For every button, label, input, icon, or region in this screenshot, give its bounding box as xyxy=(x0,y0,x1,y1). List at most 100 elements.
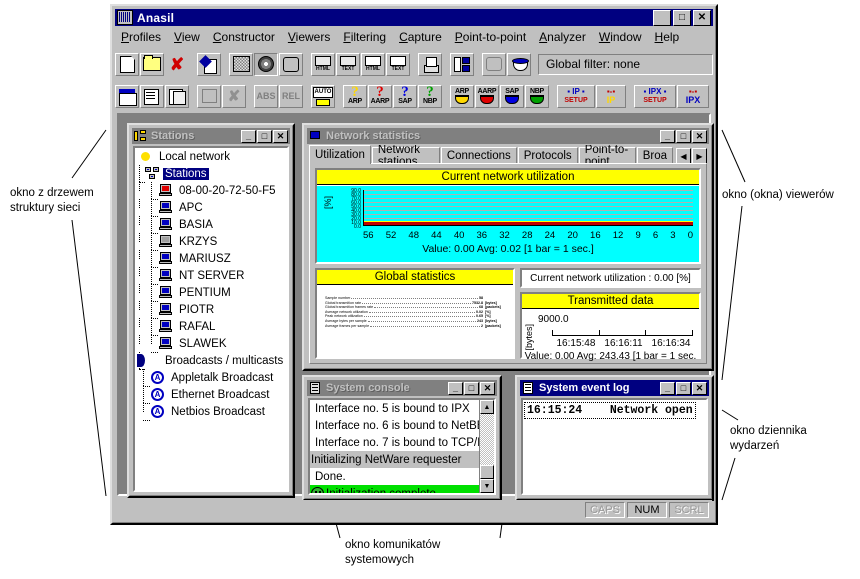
tree-item-station-nt-server[interactable]: NT SERVER xyxy=(135,266,287,285)
tab-scroll-right-icon[interactable]: ▶ xyxy=(692,148,707,164)
tree-item-broadcasts-group[interactable]: Broadcasts / multicasts xyxy=(135,351,287,370)
tab-network-stations[interactable]: Network stations xyxy=(371,145,440,164)
print-setup-button[interactable] xyxy=(418,52,442,76)
tree-item-netbios-broadcast[interactable]: A Netbios Broadcast xyxy=(135,402,287,421)
stations-close-button[interactable]: ✕ xyxy=(273,129,288,143)
tree-item-ethernet-broadcast[interactable]: A Ethernet Broadcast xyxy=(135,385,287,404)
tab-point-to-point[interactable]: Point-to-point xyxy=(578,145,636,164)
console-maximize-button[interactable]: □ xyxy=(464,381,479,395)
tree-item-appletalk-broadcast[interactable]: A Appletalk Broadcast xyxy=(135,368,287,387)
tab-protocols[interactable]: Protocols xyxy=(517,147,578,164)
tree-item-local-network[interactable]: Local network xyxy=(135,148,287,165)
arp-query-button[interactable]: ? ARP xyxy=(343,84,367,108)
tab-broadcasts[interactable]: Broa xyxy=(636,147,673,164)
aarp-table-button[interactable]: AARP xyxy=(475,84,499,108)
tab-utilization[interactable]: Utilization xyxy=(309,145,371,164)
tree-item-stations[interactable]: Stations xyxy=(135,164,287,183)
menu-item-filtering[interactable]: Filtering xyxy=(343,30,386,44)
about-button[interactable] xyxy=(507,52,531,76)
tree-item-station-mariusz[interactable]: MARIUSZ xyxy=(135,249,287,268)
stations-maximize-button[interactable]: □ xyxy=(257,129,272,143)
stats-close-button[interactable]: ✕ xyxy=(692,129,707,143)
export-html-button[interactable]: HTML xyxy=(311,52,335,76)
sap-table-button[interactable]: SAP xyxy=(500,84,524,108)
network-tree[interactable]: Local network Stations 08-00-20-72-50-F5 xyxy=(133,146,289,492)
stations-window-icon xyxy=(134,130,147,142)
tile-windows-button[interactable] xyxy=(450,52,474,76)
tree-item-station-piotr[interactable]: PIOTR xyxy=(135,300,287,319)
tree-item-station-slawek[interactable]: SLAWEK xyxy=(135,334,287,353)
delete-button[interactable]: ✘ xyxy=(165,52,189,76)
address-rel-button[interactable]: REL xyxy=(279,84,303,108)
capture-button[interactable] xyxy=(254,52,278,76)
open-folder-button[interactable] xyxy=(140,52,164,76)
ipx-setup-button[interactable]: ▪ IPX ▪ SETUP xyxy=(634,84,676,108)
export-text-button[interactable]: TEXT xyxy=(336,52,360,76)
stations-window-title: Stations xyxy=(151,130,195,142)
menu-item-view[interactable]: View xyxy=(174,30,200,44)
stats-maximize-button[interactable]: □ xyxy=(676,129,691,143)
log-minimize-button[interactable]: _ xyxy=(660,381,675,395)
menu-item-point-to-point[interactable]: Point-to-point xyxy=(455,30,526,44)
ipx-scan-button[interactable]: ▪-▪ IPX xyxy=(677,84,709,108)
list-view-button[interactable] xyxy=(140,84,164,108)
console-scrollbar[interactable]: ▲ ▼ xyxy=(479,400,494,493)
sap-query-button[interactable]: ? SAP xyxy=(393,84,417,108)
edit-properties-button[interactable] xyxy=(197,52,221,76)
stats-minimize-button[interactable]: _ xyxy=(660,129,675,143)
event-log-output[interactable]: 16:15:24 Network open xyxy=(521,398,708,495)
menu-item-viewers[interactable]: Viewers xyxy=(288,30,330,44)
tree-item-station-basia[interactable]: BASIA xyxy=(135,215,287,234)
console-output[interactable]: Interface no. 5 is bound to IPX Interfac… xyxy=(308,398,496,495)
new-view-button[interactable] xyxy=(115,84,139,108)
freeze-button[interactable] xyxy=(229,52,253,76)
console-close-button[interactable]: ✕ xyxy=(480,381,495,395)
report-text-button[interactable]: TEXT xyxy=(386,52,410,76)
close-button[interactable]: ✕ xyxy=(693,9,711,26)
tree-item-station-krzys[interactable]: KRZYS xyxy=(135,232,287,251)
address-abs-button[interactable]: ABS xyxy=(254,84,278,108)
help-hand-button[interactable] xyxy=(482,52,506,76)
stations-minimize-button[interactable]: _ xyxy=(241,129,256,143)
scroll-thumb[interactable] xyxy=(480,465,494,479)
window-close-button[interactable]: ✘ xyxy=(222,84,246,108)
auto-button[interactable]: AUTO xyxy=(311,84,335,108)
tree-item-station-rafal[interactable]: RAFAL xyxy=(135,317,287,336)
tree-item-station-apc[interactable]: APC xyxy=(135,198,287,217)
tab-connections[interactable]: Connections xyxy=(440,147,517,164)
detail-view-button[interactable] xyxy=(165,84,189,108)
menu-item-window[interactable]: Window xyxy=(599,30,642,44)
minimize-button[interactable]: _ xyxy=(653,9,671,26)
menu-item-help[interactable]: Help xyxy=(655,30,680,44)
tree-item-station-mac[interactable]: 08-00-20-72-50-F5 xyxy=(135,181,287,200)
window-new-button[interactable] xyxy=(197,84,221,108)
aarp-query-button[interactable]: ? AARP xyxy=(368,84,392,108)
menu-item-capture[interactable]: Capture xyxy=(399,30,442,44)
arp-table-button[interactable]: ARP xyxy=(450,84,474,108)
xtick: 36 xyxy=(476,230,488,241)
xtick: 20 xyxy=(567,230,578,241)
scroll-up-icon[interactable]: ▲ xyxy=(480,400,494,414)
ip-setup-button[interactable]: ▪ IP ▪ SETUP xyxy=(557,84,595,108)
xtick: 16:16:11 xyxy=(604,338,643,349)
maximize-button[interactable]: □ xyxy=(673,9,691,26)
nbp-table-button[interactable]: NBP xyxy=(525,84,549,108)
scroll-track[interactable] xyxy=(480,414,494,465)
hand-button[interactable] xyxy=(279,52,303,76)
log-close-button[interactable]: ✕ xyxy=(692,381,707,395)
menu-item-analyzer[interactable]: Analyzer xyxy=(539,30,586,44)
menu-item-constructor[interactable]: Constructor xyxy=(213,30,275,44)
ip-scan-button[interactable]: ▪-▪ IP xyxy=(596,84,626,108)
report-html-button[interactable]: HTML xyxy=(361,52,385,76)
utilization-tab-panel: Current network utilization [%] 90.0 80.0… xyxy=(309,163,707,364)
new-document-button[interactable] xyxy=(115,52,139,76)
log-maximize-button[interactable]: □ xyxy=(676,381,691,395)
tree-item-station-pentium[interactable]: PENTIUM xyxy=(135,283,287,302)
console-minimize-button[interactable]: _ xyxy=(448,381,463,395)
global-filter-display[interactable]: Global filter: none xyxy=(538,53,713,75)
nbp-query-button[interactable]: ? NBP xyxy=(418,84,442,108)
scroll-down-icon[interactable]: ▼ xyxy=(480,479,494,493)
menu-item-profiles[interactable]: Profiles xyxy=(121,30,161,44)
broadcast-icon: A xyxy=(151,388,166,401)
tab-scroll-left-icon[interactable]: ◀ xyxy=(676,148,691,164)
